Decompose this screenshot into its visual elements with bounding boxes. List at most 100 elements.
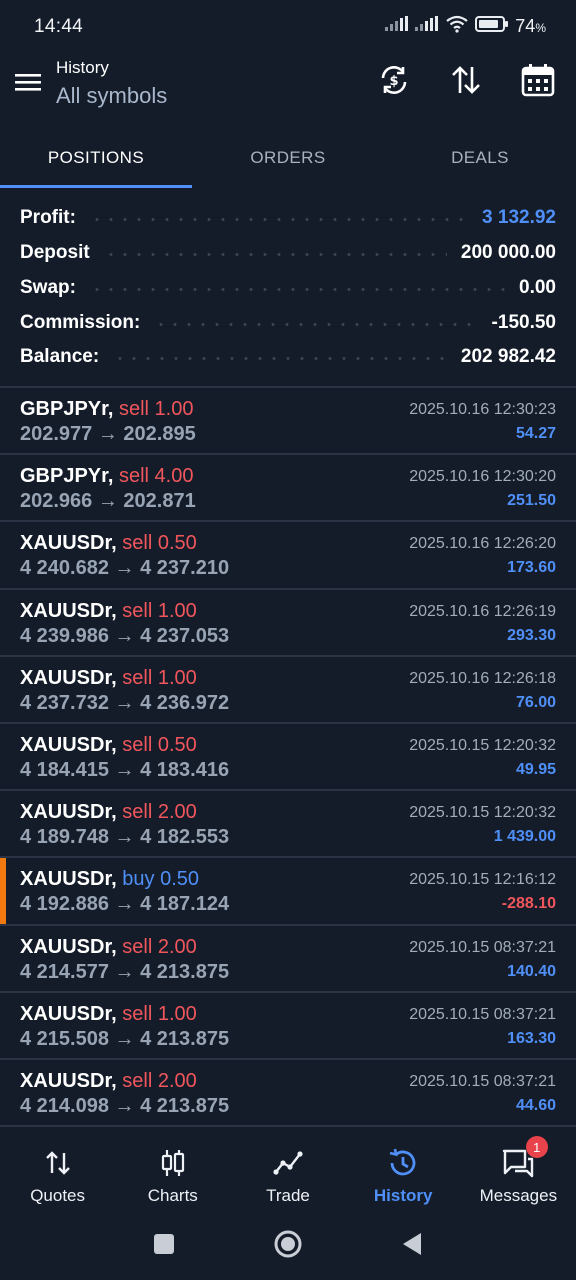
nav-messages[interactable]: 1 Messages bbox=[461, 1128, 576, 1212]
nav-quotes[interactable]: Quotes bbox=[0, 1128, 115, 1212]
commission-value: -150.50 bbox=[491, 312, 556, 333]
nav-history[interactable]: History bbox=[346, 1128, 461, 1212]
deal-time: 2025.10.15 08:37:21 bbox=[409, 1072, 556, 1090]
balance-value: 202 982.42 bbox=[460, 346, 556, 367]
page-title: History bbox=[56, 58, 109, 77]
dotted-leader bbox=[113, 357, 447, 360]
deal-side: sell 1.00 bbox=[118, 398, 194, 420]
deal-header: XAUUSDr, sell 1.00 bbox=[20, 1003, 197, 1026]
deal-prices: 4 237.732 → 4 236.972 bbox=[20, 691, 230, 714]
history-icon bbox=[386, 1146, 420, 1180]
battery-level: 74% bbox=[515, 16, 546, 37]
deal-header: GBPJPYr, sell 1.00 bbox=[20, 398, 193, 421]
nav-trade[interactable]: Trade bbox=[230, 1128, 345, 1212]
dotted-leader bbox=[103, 253, 447, 256]
deposit-value: 200 000.00 bbox=[460, 242, 556, 263]
currency-exchange-button[interactable]: $ bbox=[374, 62, 414, 102]
battery-unit: % bbox=[535, 21, 546, 35]
nav-label: Trade bbox=[266, 1186, 310, 1205]
deal-profit: 173.60 bbox=[507, 559, 556, 577]
tab-deals[interactable]: DEALS bbox=[384, 128, 576, 188]
status-time: 14:44 bbox=[34, 16, 84, 37]
dotted-leader bbox=[154, 323, 478, 326]
deal-time: 2025.10.15 08:37:21 bbox=[409, 938, 556, 956]
symbol-filter[interactable]: All symbols bbox=[56, 83, 167, 109]
sort-button[interactable] bbox=[446, 62, 486, 102]
calendar-button[interactable] bbox=[518, 62, 558, 102]
app-bar: History All symbols $ bbox=[0, 52, 576, 126]
deal-header: XAUUSDr, sell 2.00 bbox=[20, 936, 197, 959]
deal-header: XAUUSDr, sell 0.50 bbox=[20, 734, 197, 757]
summary-swap-row: Swap: 0.00 bbox=[20, 273, 556, 303]
deal-time: 2025.10.15 12:16:12 bbox=[409, 871, 556, 889]
deal-profit: 76.00 bbox=[515, 693, 556, 711]
back-button[interactable] bbox=[396, 1230, 428, 1262]
recent-apps-button[interactable] bbox=[148, 1230, 180, 1262]
balance-label: Balance: bbox=[20, 346, 100, 367]
square-icon bbox=[153, 1233, 175, 1260]
list-item-selected[interactable]: XAUUSDr, buy 0.50 4 192.886 → 4 187.124 … bbox=[0, 858, 576, 926]
deal-side: sell 2.00 bbox=[122, 935, 197, 958]
nav-label: Quotes bbox=[30, 1186, 85, 1205]
summary-deposit-row: Deposit 200 000.00 bbox=[20, 238, 556, 268]
deal-side: sell 0.50 bbox=[122, 532, 197, 555]
deal-profit: 54.27 bbox=[515, 425, 556, 442]
summary-commission-row: Commission: -150.50 bbox=[20, 308, 556, 338]
home-button[interactable] bbox=[272, 1230, 304, 1262]
bottom-navigation: Quotes Charts Trade History 1 Messages bbox=[0, 1128, 576, 1212]
deal-profit: 293.30 bbox=[507, 626, 556, 644]
deal-time: 2025.10.16 12:26:20 bbox=[409, 535, 556, 553]
list-item[interactable]: GBPJPYr, sell 1.00 202.977 → 202.895 202… bbox=[0, 388, 576, 456]
unread-badge: 1 bbox=[525, 1136, 548, 1158]
list-item[interactable]: XAUUSDr, sell 2.00 4 214.098 → 4 213.875… bbox=[0, 1060, 576, 1128]
deal-time: 2025.10.16 12:26:19 bbox=[409, 602, 556, 620]
deal-symbol: XAUUSDr, bbox=[20, 868, 117, 891]
nav-label: Charts bbox=[147, 1186, 198, 1205]
deal-side: buy 0.50 bbox=[122, 868, 199, 891]
status-bar: 14:44 74% bbox=[0, 0, 576, 52]
calendar-icon bbox=[520, 62, 556, 103]
deal-profit: 163.30 bbox=[507, 1029, 556, 1047]
swap-label: Swap: bbox=[20, 277, 76, 298]
commission-label: Commission: bbox=[20, 312, 141, 333]
nav-label: Messages bbox=[479, 1186, 558, 1205]
deal-time: 2025.10.16 12:26:18 bbox=[409, 669, 556, 687]
list-item[interactable]: XAUUSDr, sell 1.00 4 215.508 → 4 213.875… bbox=[0, 993, 576, 1060]
list-item[interactable]: XAUUSDr, sell 0.50 4 184.415 → 4 183.416… bbox=[0, 724, 576, 792]
nav-charts[interactable]: Charts bbox=[115, 1128, 230, 1212]
swap-value: 0.00 bbox=[519, 277, 556, 298]
deal-prices: 202.977 → 202.895 bbox=[20, 423, 196, 445]
deal-symbol: XAUUSDr, bbox=[20, 599, 117, 622]
list-item[interactable]: XAUUSDr, sell 1.00 4 239.986 → 4 237.053… bbox=[0, 590, 576, 657]
summary-panel: Profit: 3 132.92 Deposit 200 000.00 Swap… bbox=[0, 200, 576, 388]
list-item[interactable]: XAUUSDr, sell 0.50 4 240.682 → 4 237.210… bbox=[0, 522, 576, 590]
deal-prices: 4 189.748 → 4 182.553 bbox=[20, 826, 230, 849]
list-item[interactable]: XAUUSDr, sell 2.00 4 189.748 → 4 182.553… bbox=[0, 791, 576, 859]
deal-side: sell 1.00 bbox=[122, 666, 197, 689]
deal-profit: 140.40 bbox=[507, 962, 556, 980]
deal-profit: 1 439.00 bbox=[493, 828, 556, 846]
deal-symbol: XAUUSDr, bbox=[20, 1069, 117, 1092]
deal-prices: 4 215.508 → 4 213.875 bbox=[20, 1027, 230, 1050]
deal-symbol: GBPJPYr, bbox=[20, 465, 114, 488]
deal-header: XAUUSDr, sell 2.00 bbox=[20, 1070, 197, 1093]
deal-time: 2025.10.15 08:37:21 bbox=[409, 1005, 556, 1023]
deal-prices: 4 214.577 → 4 213.875 bbox=[20, 960, 230, 983]
summary-balance-row: Balance: 202 982.42 bbox=[20, 342, 556, 372]
profit-value: 3 132.92 bbox=[482, 207, 556, 228]
battery-icon bbox=[475, 15, 509, 38]
tab-positions[interactable]: POSITIONS bbox=[0, 128, 192, 188]
back-triangle-icon bbox=[401, 1232, 423, 1261]
list-item[interactable]: GBPJPYr, sell 4.00 202.966 → 202.871 202… bbox=[0, 455, 576, 523]
menu-icon[interactable] bbox=[14, 68, 42, 96]
list-item[interactable]: XAUUSDr, sell 2.00 4 214.577 → 4 213.875… bbox=[0, 926, 576, 993]
deal-symbol: XAUUSDr, bbox=[20, 801, 117, 824]
deal-header: XAUUSDr, sell 0.50 bbox=[20, 532, 197, 555]
deal-prices: 4 240.682 → 4 237.210 bbox=[20, 557, 230, 580]
tab-orders[interactable]: ORDERS bbox=[192, 128, 384, 188]
deal-symbol: XAUUSDr, bbox=[20, 733, 117, 756]
deposit-label: Deposit bbox=[20, 242, 90, 263]
circle-icon bbox=[273, 1229, 303, 1264]
charts-icon bbox=[156, 1146, 190, 1180]
list-item[interactable]: XAUUSDr, sell 1.00 4 237.732 → 4 236.972… bbox=[0, 657, 576, 724]
